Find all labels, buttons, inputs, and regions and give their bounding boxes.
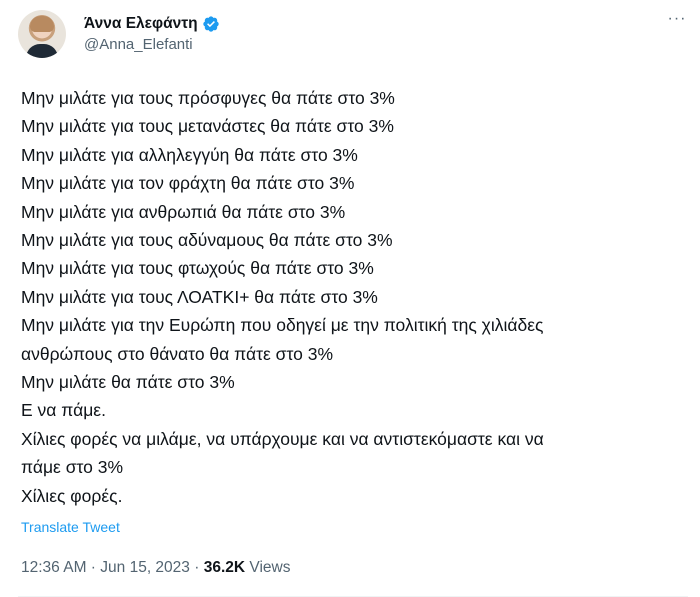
author-handle[interactable]: @Anna_Elefanti <box>84 36 220 53</box>
tweet-line: Μην μιλάτε για ανθρωπιά θα πάτε στο 3% <box>21 201 346 222</box>
tweet-line: Χίλιες φορές. <box>21 485 123 506</box>
tweet-line: Μην μιλάτε για τους ΛΟΑΤΚΙ+ θα πάτε στο … <box>21 286 378 307</box>
tweet-line: Μην μιλάτε για τους αδύναμους θα πάτε στ… <box>21 230 393 251</box>
verified-badge-icon[interactable] <box>202 15 220 33</box>
tweet-date[interactable]: Jun 15, 2023 <box>100 559 190 576</box>
tweet-header: Άννα Ελεφάντη @Anna_Elefanti ··· <box>18 10 688 60</box>
tweet-line: ανθρώπους στο θάνατο θα πάτε στο 3% <box>21 343 334 364</box>
tweet-meta: 12:36 AM · Jun 15, 2023 · 36.2K Views <box>21 559 290 577</box>
tweet-line: Μην μιλάτε για τους μετανάστες θα πάτε σ… <box>21 116 394 137</box>
tweet-line: πάμε στο 3% <box>21 457 124 478</box>
views-count: 36.2K <box>203 559 246 576</box>
tweet-line: Ε να πάμε. <box>21 400 106 421</box>
more-options-icon[interactable]: ··· <box>666 11 688 32</box>
tweet-line: Μην μιλάτε για την Ευρώπη που οδηγεί με … <box>21 315 544 336</box>
display-name-row: Άννα Ελεφάντη <box>84 14 220 34</box>
tweet-line: Μην μιλάτε για τους φτωχούς θα πάτε στο … <box>21 258 374 279</box>
tweet-line: Χίλιες φορές να μιλάμε, να υπάρχουμε και… <box>21 428 544 449</box>
tweet-line: Μην μιλάτε για αλληλεγγύη θα πάτε στο 3% <box>21 144 358 165</box>
views-label: Views <box>245 559 291 576</box>
author-display-name[interactable]: Άννα Ελεφάντη <box>84 15 198 33</box>
tweet-line: Μην μιλάτε για τους πρόσφυγες θα πάτε στ… <box>21 88 395 108</box>
avatar-shirt <box>26 44 58 58</box>
avatar-hair <box>30 16 54 32</box>
tweet-text: Μην μιλάτε για τους πρόσφυγες θα πάτε στ… <box>21 84 686 510</box>
tweet-card: Άννα Ελεφάντη @Anna_Elefanti ··· Μην μιλ… <box>0 0 700 597</box>
translate-tweet-link[interactable]: Translate Tweet <box>21 519 120 535</box>
author-avatar[interactable] <box>18 10 66 58</box>
tweet-time[interactable]: 12:36 AM <box>21 559 87 576</box>
tweet-line: Μην μιλάτε για τον φράχτη θα πάτε στο 3% <box>21 173 355 194</box>
meta-separator: · <box>86 559 101 576</box>
meta-separator: · <box>189 559 204 576</box>
author-names: Άννα Ελεφάντη @Anna_Elefanti <box>84 14 220 53</box>
tweet-line: Μην μιλάτε θα πάτε στο 3% <box>21 372 235 393</box>
